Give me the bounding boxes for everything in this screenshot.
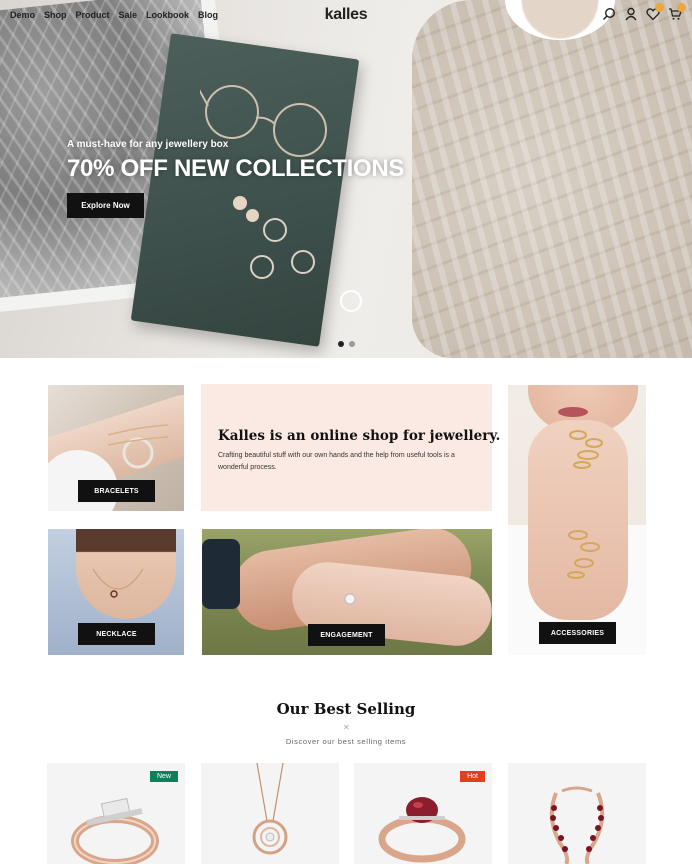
slider-dots [338, 341, 355, 347]
category-tile-necklace[interactable]: NECKLACE [48, 529, 184, 655]
hero-title: 70% OFF NEW COLLECTIONS [67, 155, 405, 182]
hero-pendant [246, 209, 259, 222]
site-logo[interactable]: kalles [0, 6, 692, 24]
search-icon[interactable] [602, 7, 616, 21]
ruby-earrings-image [549, 786, 605, 864]
rose-gold-pendant-necklace-image [252, 763, 288, 855]
accessories-button[interactable]: ACCESSORIES [539, 622, 616, 644]
hero-subtitle: A must-have for any jewellery box [67, 139, 229, 150]
hero-ring [250, 255, 274, 279]
user-icon[interactable] [624, 7, 638, 21]
best-selling-subtitle: Discover our best selling items [285, 737, 407, 746]
accessories-lips [558, 407, 588, 417]
hero-ring [291, 250, 315, 274]
intro-panel: Kalles is an online shop for jewellery. … [201, 384, 500, 511]
category-tile-bracelets[interactable]: BRACELETS [48, 385, 184, 511]
product-card[interactable] [201, 763, 339, 864]
accessories-rings [567, 430, 603, 579]
best-selling-title: Our Best Selling [276, 700, 416, 718]
product-tag-new: New [149, 771, 178, 782]
wishlist-button[interactable]: 0 [646, 3, 664, 21]
necklace-button[interactable]: NECKLACE [78, 623, 155, 645]
category-tile-accessories[interactable]: ACCESSORIES [508, 385, 646, 655]
category-tile-engagement[interactable]: ENGAGEMENT [202, 529, 492, 655]
hero-ring [340, 290, 362, 312]
hero-ring [263, 218, 287, 242]
hero-pendant [233, 196, 247, 210]
engagement-ring [344, 593, 356, 605]
bracelets-button[interactable]: BRACELETS [78, 480, 155, 502]
engagement-sleeve [202, 539, 240, 609]
hero-banner: Demo Shop Product Sale Lookbook Blog kal… [0, 0, 692, 358]
section-divider-icon: ✕ [343, 723, 350, 732]
product-tag-hot: Hot [460, 771, 485, 782]
bracelet-circle-pendant [108, 424, 168, 469]
product-card[interactable] [508, 763, 646, 864]
intro-text: Crafting beautiful stuff with our own ha… [218, 452, 455, 471]
necklace-pendant [92, 569, 144, 598]
intro-title: Kalles is an online shop for jewellery. [218, 428, 501, 444]
header-icons: 0 0 [602, 3, 686, 21]
slider-dot[interactable] [338, 341, 344, 347]
explore-now-button[interactable]: Explore Now [67, 193, 144, 218]
product-card[interactable]: Hot [354, 763, 492, 864]
slider-dot[interactable] [349, 341, 355, 347]
product-card[interactable]: New [47, 763, 185, 864]
wishlist-count-badge: 0 [655, 3, 664, 12]
cart-count-badge: 0 [677, 3, 686, 12]
engagement-button[interactable]: ENGAGEMENT [308, 624, 385, 646]
cart-button[interactable]: 0 [668, 3, 686, 21]
hero-sweater [412, 0, 692, 358]
